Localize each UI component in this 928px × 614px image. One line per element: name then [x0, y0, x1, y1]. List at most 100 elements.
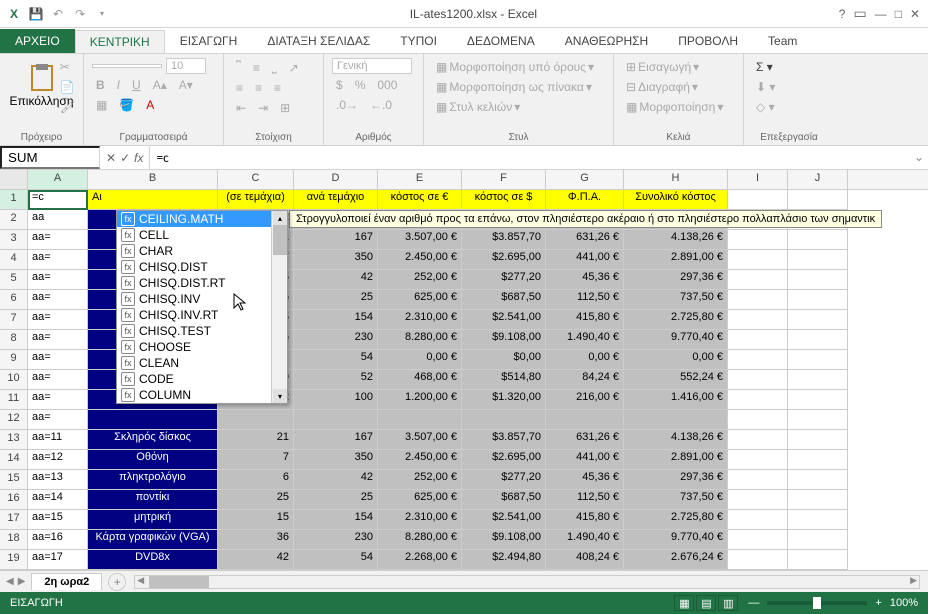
cell-D17[interactable]: 154: [294, 510, 378, 530]
underline-button[interactable]: U: [128, 76, 145, 94]
cell-F3[interactable]: $3.857,70: [462, 230, 546, 250]
close-icon[interactable]: ✕: [910, 7, 920, 21]
cell-E19[interactable]: 2.268,00 €: [378, 550, 462, 570]
cell-D1[interactable]: ανά τεμάχιο: [294, 190, 378, 210]
cell-C15[interactable]: 6: [218, 470, 294, 490]
align-middle-button[interactable]: ≡: [249, 59, 264, 77]
cell-D11[interactable]: 100: [294, 390, 378, 410]
zoom-out-button[interactable]: —: [748, 597, 759, 609]
row-header-9[interactable]: 9: [0, 350, 27, 370]
cell-G16[interactable]: 112,50 €: [546, 490, 624, 510]
cell-G7[interactable]: 415,80 €: [546, 310, 624, 330]
cell-H3[interactable]: 4.138,26 €: [624, 230, 728, 250]
cell-C18[interactable]: 36: [218, 530, 294, 550]
cell-H9[interactable]: 0,00 €: [624, 350, 728, 370]
cell-E7[interactable]: 2.310,00 €: [378, 310, 462, 330]
cell-G4[interactable]: 441,00 €: [546, 250, 624, 270]
cell-F17[interactable]: $2.541,00: [462, 510, 546, 530]
cell-A11[interactable]: aa=: [28, 390, 88, 410]
row-header-11[interactable]: 11: [0, 390, 27, 410]
cell-I9[interactable]: [728, 350, 788, 370]
cell-E14[interactable]: 2.450,00 €: [378, 450, 462, 470]
cell-J3[interactable]: [788, 230, 848, 250]
cell-G3[interactable]: 631,26 €: [546, 230, 624, 250]
page-break-view-button[interactable]: ▥: [718, 595, 738, 611]
cell-C13[interactable]: 21: [218, 430, 294, 450]
cell-D5[interactable]: 42: [294, 270, 378, 290]
row-header-19[interactable]: 19: [0, 550, 27, 570]
tab-formulas[interactable]: ΤΥΠΟΙ: [385, 29, 452, 53]
col-header-C[interactable]: C: [218, 170, 294, 189]
cell-I3[interactable]: [728, 230, 788, 250]
cell-A5[interactable]: aa=: [28, 270, 88, 290]
cell-A8[interactable]: aa=: [28, 330, 88, 350]
delete-cells-button[interactable]: ⊟ Διαγραφή ▾: [622, 78, 702, 96]
percent-button[interactable]: %: [351, 76, 370, 94]
cell-F7[interactable]: $2.541,00: [462, 310, 546, 330]
cell-J19[interactable]: [788, 550, 848, 570]
hscroll-thumb[interactable]: [149, 576, 209, 588]
cell-J9[interactable]: [788, 350, 848, 370]
cell-D6[interactable]: 25: [294, 290, 378, 310]
comma-button[interactable]: 000: [373, 76, 401, 94]
zoom-slider[interactable]: [767, 601, 867, 605]
cell-D12[interactable]: [294, 410, 378, 430]
cell-F10[interactable]: $514,80: [462, 370, 546, 390]
cell-D18[interactable]: 230: [294, 530, 378, 550]
align-bottom-button[interactable]: ⎵: [268, 58, 281, 77]
col-header-F[interactable]: F: [462, 170, 546, 189]
cell-J12[interactable]: [788, 410, 848, 430]
cell-G11[interactable]: 216,00 €: [546, 390, 624, 410]
cell-H17[interactable]: 2.725,80 €: [624, 510, 728, 530]
cell-E9[interactable]: 0,00 €: [378, 350, 462, 370]
autocomplete-item-ceiling-math[interactable]: fxCEILING.MATH: [117, 211, 287, 227]
increase-font-button[interactable]: A▴: [149, 76, 171, 94]
cell-J15[interactable]: [788, 470, 848, 490]
merge-button[interactable]: ⊞: [276, 99, 294, 117]
increase-indent-button[interactable]: ⇥: [254, 99, 272, 117]
font-size-dropdown[interactable]: 10: [166, 58, 206, 74]
cell-B14[interactable]: Οθόνη: [88, 450, 218, 470]
cell-F19[interactable]: $2.494,80: [462, 550, 546, 570]
copy-button[interactable]: 📄: [56, 78, 79, 96]
cell-J6[interactable]: [788, 290, 848, 310]
autocomplete-item-column[interactable]: fxCOLUMN: [117, 387, 287, 403]
row-header-15[interactable]: 15: [0, 470, 27, 490]
cell-F15[interactable]: $277,20: [462, 470, 546, 490]
cell-H7[interactable]: 2.725,80 €: [624, 310, 728, 330]
row-header-10[interactable]: 10: [0, 370, 27, 390]
cell-F9[interactable]: $0,00: [462, 350, 546, 370]
cell-D10[interactable]: 52: [294, 370, 378, 390]
horizontal-scrollbar[interactable]: ◀ ▶: [134, 575, 920, 589]
tab-data[interactable]: ΔΕΔΟΜΕΝΑ: [452, 29, 550, 53]
select-all-corner[interactable]: [0, 170, 28, 189]
scroll-up-icon[interactable]: ▴: [273, 211, 287, 225]
cell-G5[interactable]: 45,36 €: [546, 270, 624, 290]
cell-J10[interactable]: [788, 370, 848, 390]
cell-A12[interactable]: aa=: [28, 410, 88, 430]
cell-I5[interactable]: [728, 270, 788, 290]
cell-F12[interactable]: [462, 410, 546, 430]
row-header-5[interactable]: 5: [0, 270, 27, 290]
row-header-17[interactable]: 17: [0, 510, 27, 530]
cell-A4[interactable]: aa=: [28, 250, 88, 270]
col-header-D[interactable]: D: [294, 170, 378, 189]
cell-E11[interactable]: 1.200,00 €: [378, 390, 462, 410]
autocomplete-item-char[interactable]: fxCHAR: [117, 243, 287, 259]
cell-B13[interactable]: Σκληρός δίσκος: [88, 430, 218, 450]
page-layout-view-button[interactable]: ▤: [696, 595, 716, 611]
save-icon[interactable]: 💾: [28, 6, 44, 22]
cell-F11[interactable]: $1.320,00: [462, 390, 546, 410]
cell-B19[interactable]: DVD8x: [88, 550, 218, 570]
decrease-font-button[interactable]: A▾: [175, 76, 197, 94]
zoom-level[interactable]: 100%: [890, 597, 918, 609]
orientation-button[interactable]: ↗: [285, 59, 303, 77]
expand-formula-bar-icon[interactable]: ⌄: [910, 146, 928, 169]
cell-J5[interactable]: [788, 270, 848, 290]
decrease-decimal-button[interactable]: ←.0: [366, 96, 396, 114]
cell-H11[interactable]: 1.416,00 €: [624, 390, 728, 410]
cell-D13[interactable]: 167: [294, 430, 378, 450]
cell-J1[interactable]: [788, 190, 848, 210]
cell-E15[interactable]: 252,00 €: [378, 470, 462, 490]
cell-C17[interactable]: 15: [218, 510, 294, 530]
